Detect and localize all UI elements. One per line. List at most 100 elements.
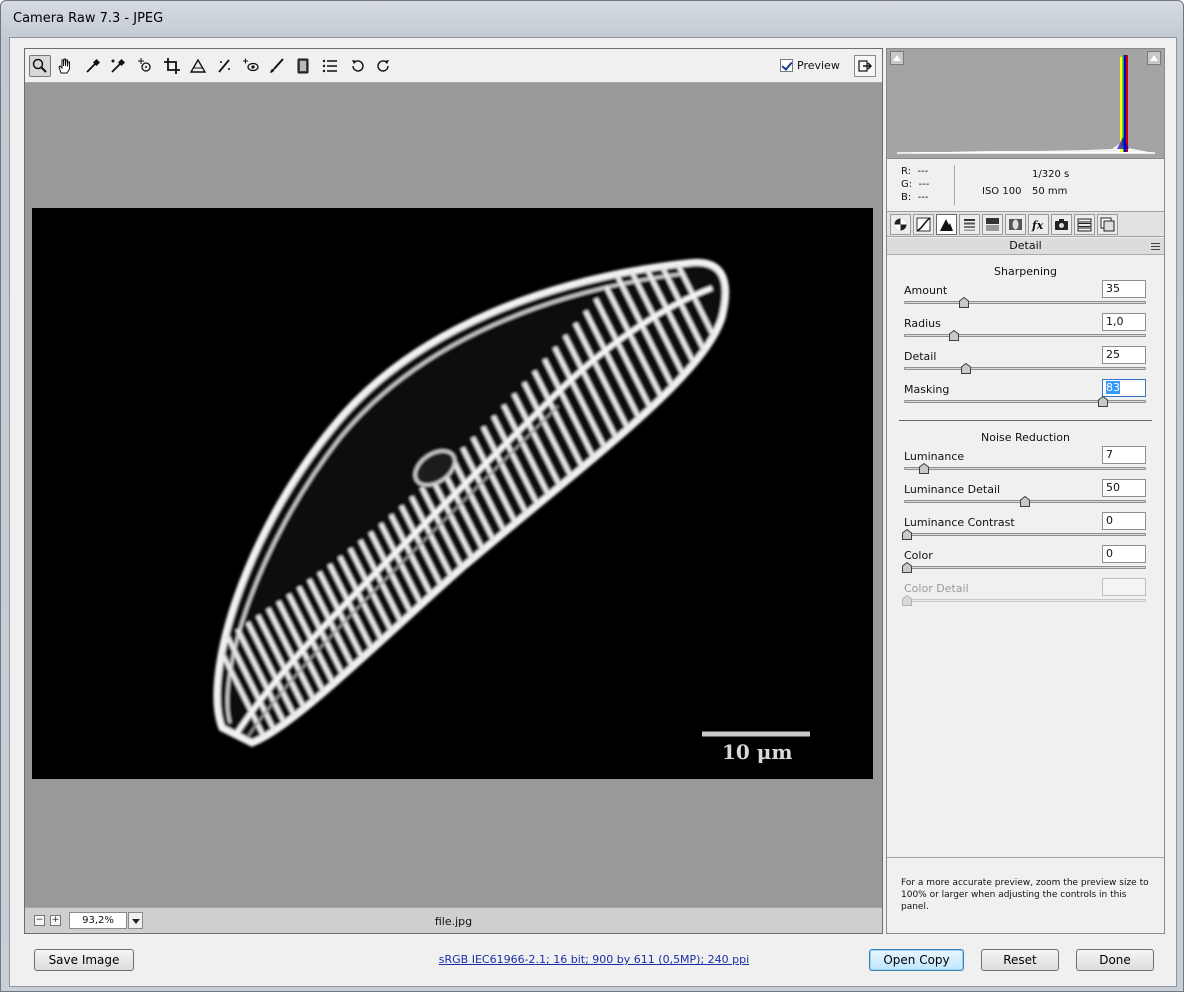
preview-image[interactable]: 10 μm: [32, 208, 873, 779]
sharpening-heading: Sharpening: [994, 265, 1057, 278]
luminance-field[interactable]: 7: [1102, 446, 1146, 464]
luminance-detail-field[interactable]: 50: [1102, 479, 1146, 497]
full-screen-toggle-icon[interactable]: [854, 55, 876, 77]
done-button[interactable]: Done: [1076, 949, 1154, 971]
amount-field[interactable]: 35: [1102, 280, 1146, 298]
luminance-thumb[interactable]: [919, 462, 929, 474]
graduated-filter-tool-icon[interactable]: [292, 55, 314, 77]
title-bar[interactable]: Camera Raw 7.3 - JPEG: [1, 1, 1183, 37]
color-field[interactable]: 0: [1102, 545, 1146, 563]
preview-label: Preview: [797, 59, 840, 72]
zoom-tool-icon[interactable]: [29, 55, 51, 77]
luminance-detail-slider-row: Luminance Detail 50: [904, 479, 1148, 515]
red-label: R:: [901, 166, 912, 177]
luminance-contrast-thumb[interactable]: [902, 528, 912, 540]
masking-thumb[interactable]: [1098, 395, 1108, 407]
svg-text:fx: fx: [1031, 219, 1044, 232]
detail-thumb[interactable]: [961, 362, 971, 374]
detail-field[interactable]: 25: [1102, 346, 1146, 364]
effects-tab-icon[interactable]: fx: [1028, 214, 1049, 235]
camera-raw-window: Camera Raw 7.3 - JPEG Preview 10 μm − + …: [0, 0, 1184, 992]
blue-label: B:: [901, 192, 912, 203]
color-detail-field: [1102, 578, 1146, 596]
amount-slider-row: Amount 35: [904, 280, 1148, 316]
section-divider: [899, 420, 1152, 421]
radius-field[interactable]: 1,0: [1102, 313, 1146, 331]
luminance-detail-thumb[interactable]: [1020, 495, 1030, 507]
masking-field-text: 83: [1106, 381, 1120, 394]
crop-tool-icon[interactable]: [161, 55, 183, 77]
radius-thumb[interactable]: [949, 329, 959, 341]
luminance-contrast-field[interactable]: 0: [1102, 512, 1146, 530]
color-detail-slider-row: Color Detail: [902, 578, 1148, 614]
luminance-contrast-label: Luminance Contrast: [904, 516, 1015, 529]
white-balance-tool-icon[interactable]: [82, 55, 104, 77]
masking-track[interactable]: [904, 400, 1146, 403]
open-copy-button[interactable]: Open Copy: [869, 949, 964, 971]
basic-tab-icon[interactable]: [890, 214, 911, 235]
window-title: Camera Raw 7.3 - JPEG: [13, 11, 164, 26]
panel-menu-icon[interactable]: [1151, 243, 1160, 250]
luminance-slider-row: Luminance 7: [904, 446, 1148, 482]
luminance-contrast-track[interactable]: [904, 533, 1146, 536]
panel-tabs: fx: [887, 211, 1164, 237]
hand-tool-icon[interactable]: [54, 55, 76, 77]
camera-calibration-tab-icon[interactable]: [1051, 214, 1072, 235]
radius-track[interactable]: [904, 334, 1146, 337]
rgb-readout: R: --- G: --- B: ---: [901, 165, 929, 204]
tone-curve-tab-icon[interactable]: [913, 214, 934, 235]
camera-info: R: --- G: --- B: --- 1/320 s ISO 100 50 …: [887, 160, 1164, 210]
color-detail-track: [904, 599, 1146, 602]
radius-label: Radius: [904, 317, 941, 330]
help-text: For a more accurate preview, zoom the pr…: [901, 878, 1149, 912]
red-eye-removal-tool-icon[interactable]: [240, 55, 262, 77]
detail-track[interactable]: [904, 367, 1146, 370]
adjustment-brush-tool-icon[interactable]: [266, 55, 288, 77]
detail-label: Detail: [904, 350, 937, 363]
scale-bar-label: 10 μm: [722, 740, 793, 764]
amount-track[interactable]: [904, 301, 1146, 304]
split-toning-tab-icon[interactable]: [982, 214, 1003, 235]
detail-tab-icon[interactable]: [936, 214, 957, 235]
preview-checkbox[interactable]: [780, 59, 793, 72]
rotate-right-icon[interactable]: [372, 55, 394, 77]
preferences-icon[interactable]: [319, 55, 341, 77]
hsl-tab-icon[interactable]: [959, 214, 980, 235]
amount-thumb[interactable]: [959, 296, 969, 308]
lens-corrections-tab-icon[interactable]: [1005, 214, 1026, 235]
preview-pane: Preview 10 μm − + 93,2% file.jpg: [24, 48, 883, 934]
focal-length: 50 mm: [1032, 186, 1068, 197]
adjustments-panel: R: --- G: --- B: --- 1/320 s ISO 100 50 …: [886, 48, 1165, 934]
panel-title: Detail: [887, 238, 1164, 255]
spot-removal-tool-icon[interactable]: [214, 55, 236, 77]
green-value: ---: [918, 179, 930, 190]
detail-slider-row: Detail 25: [904, 346, 1148, 382]
diatom-micrograph: 10 μm: [213, 258, 810, 764]
luminance-detail-label: Luminance Detail: [904, 483, 1001, 496]
green-label: G:: [901, 179, 913, 190]
file-name: file.jpg: [434, 915, 473, 928]
radius-slider-row: Radius 1,0: [904, 313, 1148, 349]
color-track[interactable]: [904, 566, 1146, 569]
info-divider: [954, 165, 955, 205]
straighten-tool-icon[interactable]: [187, 55, 209, 77]
color-detail-thumb: [902, 594, 912, 606]
luminance-track[interactable]: [904, 467, 1146, 470]
color-sampler-tool-icon[interactable]: [107, 55, 129, 77]
workflow-options-link[interactable]: sRGB IEC61966-2.1; 16 bit; 900 by 611 (0…: [439, 953, 749, 966]
red-value: ---: [917, 166, 929, 177]
preview-toggle[interactable]: Preview: [780, 59, 840, 72]
color-label: Color: [904, 549, 933, 562]
masking-field[interactable]: 83: [1102, 379, 1146, 397]
color-detail-label: Color Detail: [904, 582, 969, 595]
reset-button[interactable]: Reset: [981, 949, 1059, 971]
presets-tab-icon[interactable]: [1074, 214, 1095, 235]
iso-value: ISO 100: [982, 186, 1022, 197]
rotate-left-icon[interactable]: [347, 55, 369, 77]
dialog-body: Preview 10 μm − + 93,2% file.jpg R: --- …: [9, 37, 1177, 987]
amount-label: Amount: [904, 284, 948, 297]
snapshots-tab-icon[interactable]: [1097, 214, 1118, 235]
shutter-speed: 1/320 s: [1032, 169, 1070, 180]
targeted-adjustment-tool-icon[interactable]: [134, 55, 156, 77]
color-thumb[interactable]: [902, 561, 912, 573]
